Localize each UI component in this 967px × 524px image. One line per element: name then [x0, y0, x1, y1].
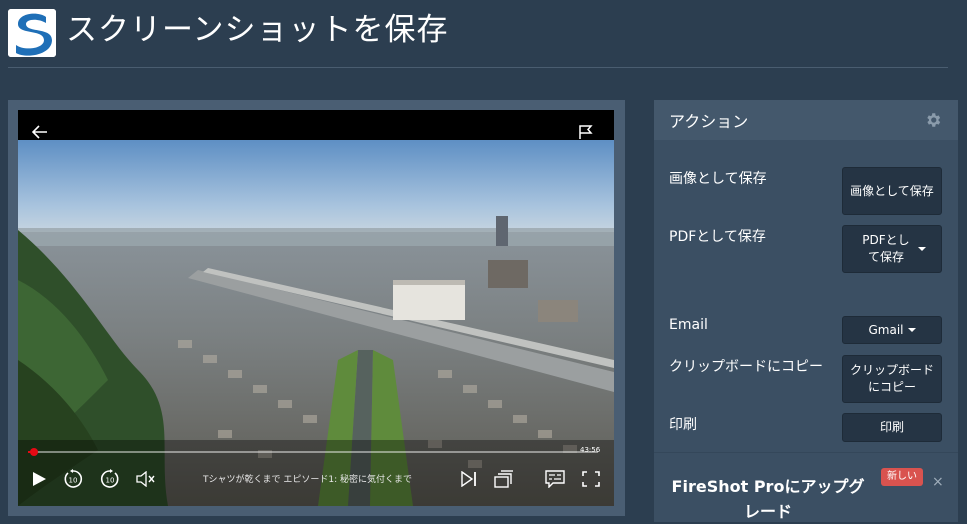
header-divider — [8, 67, 948, 68]
next-episode-icon[interactable] — [460, 471, 478, 487]
fullscreen-icon[interactable] — [582, 471, 600, 487]
copy-to-clipboard-label: クリップボードにコピー — [669, 359, 823, 375]
page-title: スクリーンショットを保存 — [66, 12, 449, 48]
screenshot-preview: 43:56 10 10 Tシャツが乾くまで エピソード1: 秘密に気付くまで — [8, 100, 625, 516]
gear-icon[interactable] — [924, 111, 942, 129]
save-as-image-button[interactable]: 画像として保存 — [842, 167, 942, 215]
copy-to-clipboard-button-label: クリップボードにコピー — [849, 363, 934, 394]
video-frame-image — [18, 140, 614, 506]
mute-icon[interactable] — [136, 471, 156, 487]
play-icon[interactable] — [30, 470, 48, 488]
time-remaining: 43:56 — [580, 446, 601, 454]
player-top-bar — [18, 110, 614, 140]
sidebar-header: アクション — [654, 100, 958, 140]
fireshot-logo — [8, 9, 56, 57]
save-as-pdf-button[interactable]: PDFとして保存 — [842, 225, 942, 273]
progress-scrubber[interactable] — [29, 448, 38, 456]
header: スクリーンショットを保存 — [0, 0, 967, 70]
close-icon[interactable]: × — [932, 474, 944, 490]
copy-to-clipboard-button[interactable]: クリップボードにコピー — [842, 355, 942, 403]
print-button-label: 印刷 — [879, 420, 904, 434]
chevron-down-icon — [907, 328, 916, 332]
save-as-image-button-label: 画像として保存 — [850, 183, 934, 198]
email-label: Email — [669, 317, 708, 333]
print-button[interactable]: 印刷 — [842, 413, 942, 442]
save-as-pdf-button-label: PDFとして保存 — [862, 233, 910, 264]
flag-icon[interactable] — [578, 124, 594, 140]
progress-bar[interactable] — [28, 448, 598, 456]
gmail-button-label: Gmail — [868, 322, 904, 337]
actions-sidebar: アクション 画像として保存 画像として保存 PDFとして保存 PDFとして保存 … — [654, 100, 958, 522]
back-arrow-icon[interactable] — [32, 125, 48, 139]
video-player[interactable]: 43:56 10 10 Tシャツが乾くまで エピソード1: 秘密に気付くまで — [18, 110, 614, 506]
chevron-down-icon — [918, 247, 926, 251]
save-as-pdf-label: PDFとして保存 — [669, 229, 766, 245]
new-badge: 新しい — [881, 468, 923, 486]
upgrade-promo-link[interactable]: FireShot Proにアップグレード — [668, 474, 868, 524]
rewind-10-icon[interactable]: 10 — [63, 469, 83, 489]
forward-10-icon[interactable]: 10 — [100, 469, 120, 489]
episode-title: Tシャツが乾くまで エピソード1: 秘密に気付くまで — [203, 475, 412, 485]
gmail-dropdown-button[interactable]: Gmail — [842, 316, 942, 344]
sidebar-title: アクション — [669, 112, 749, 131]
save-as-image-label: 画像として保存 — [669, 171, 767, 187]
print-label: 印刷 — [669, 417, 697, 433]
episodes-icon[interactable] — [494, 470, 514, 488]
subtitles-icon[interactable] — [545, 470, 565, 488]
upgrade-divider — [654, 452, 958, 453]
svg-text:10: 10 — [106, 477, 115, 485]
svg-text:10: 10 — [69, 477, 78, 485]
